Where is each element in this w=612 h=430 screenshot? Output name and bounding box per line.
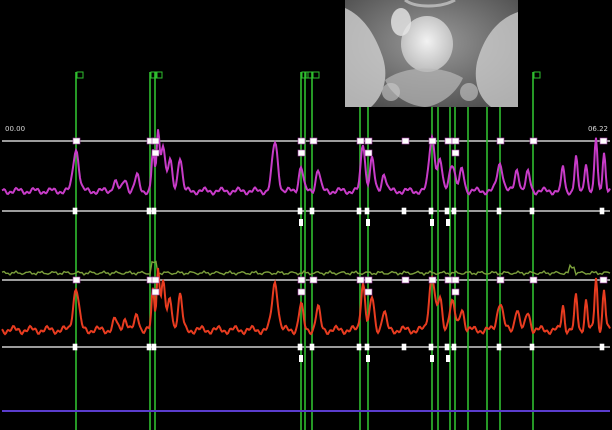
trace-marker (151, 207, 157, 215)
trace-marker (297, 276, 306, 284)
trace-marker (451, 288, 460, 296)
pressure-monitor-display (0, 0, 612, 430)
trace-marker (529, 343, 535, 351)
trace-marker (309, 276, 318, 284)
trace-marker (151, 137, 160, 145)
trace-marker (364, 343, 370, 351)
trace-marker (599, 343, 605, 351)
trace-marker (599, 137, 608, 145)
trace-marker (356, 207, 362, 215)
trace-marker (401, 207, 407, 215)
trace-marker (299, 219, 303, 226)
trace-marker (309, 207, 315, 215)
trace-marker (366, 219, 370, 226)
trace-marker (430, 219, 434, 226)
trace-marker (356, 137, 365, 145)
trace-marker (599, 207, 605, 215)
trace-marker (451, 137, 460, 145)
trace-marker (151, 276, 160, 284)
trace-marker (496, 343, 502, 351)
trace-marker (151, 343, 157, 351)
trace-marker (297, 149, 306, 157)
display-background (0, 0, 612, 430)
trace-marker (446, 219, 450, 226)
trace-marker (309, 343, 315, 351)
trace-marker (446, 355, 450, 362)
trace-marker (364, 207, 370, 215)
trace-marker (401, 137, 410, 145)
trace-marker (451, 207, 457, 215)
trace-marker (444, 137, 453, 145)
trace-marker (297, 343, 303, 351)
trace-marker (297, 137, 306, 145)
trace-marker (496, 137, 505, 145)
start-time-label: 00.00 (5, 125, 26, 133)
pelvis-xray-image (345, 0, 518, 107)
trace-marker (72, 276, 81, 284)
trace-marker (529, 137, 538, 145)
trace-marker (496, 276, 505, 284)
trace-marker (72, 207, 78, 215)
trace-marker (151, 288, 160, 296)
trace-marker (297, 207, 303, 215)
trace-marker (496, 207, 502, 215)
trace-marker (428, 276, 437, 284)
trace-marker (146, 343, 152, 351)
trace-marker (364, 288, 373, 296)
trace-marker (366, 355, 370, 362)
trace-marker (451, 149, 460, 157)
trace-marker (444, 276, 453, 284)
trace-marker (428, 207, 434, 215)
trace-marker (444, 343, 450, 351)
trace-marker (72, 343, 78, 351)
trace-marker (364, 137, 373, 145)
trace-marker (309, 137, 318, 145)
trace-marker (356, 343, 362, 351)
trace-marker (151, 149, 160, 157)
trace-marker (444, 207, 450, 215)
trace-marker (356, 276, 365, 284)
trace-marker (401, 276, 410, 284)
trace-marker (364, 149, 373, 157)
trace-marker (146, 207, 152, 215)
trace-marker (451, 276, 460, 284)
trace-marker (529, 276, 538, 284)
trace-marker (364, 276, 373, 284)
trace-marker (401, 343, 407, 351)
trace-marker (451, 343, 457, 351)
trace-marker (428, 343, 434, 351)
trace-marker (72, 137, 81, 145)
trace-marker (529, 207, 535, 215)
trace-marker (430, 355, 434, 362)
trace-marker (428, 137, 437, 145)
trace-marker (297, 288, 306, 296)
end-time-label: 06.22 (587, 125, 608, 133)
trace-marker (299, 355, 303, 362)
trace-marker (599, 276, 608, 284)
